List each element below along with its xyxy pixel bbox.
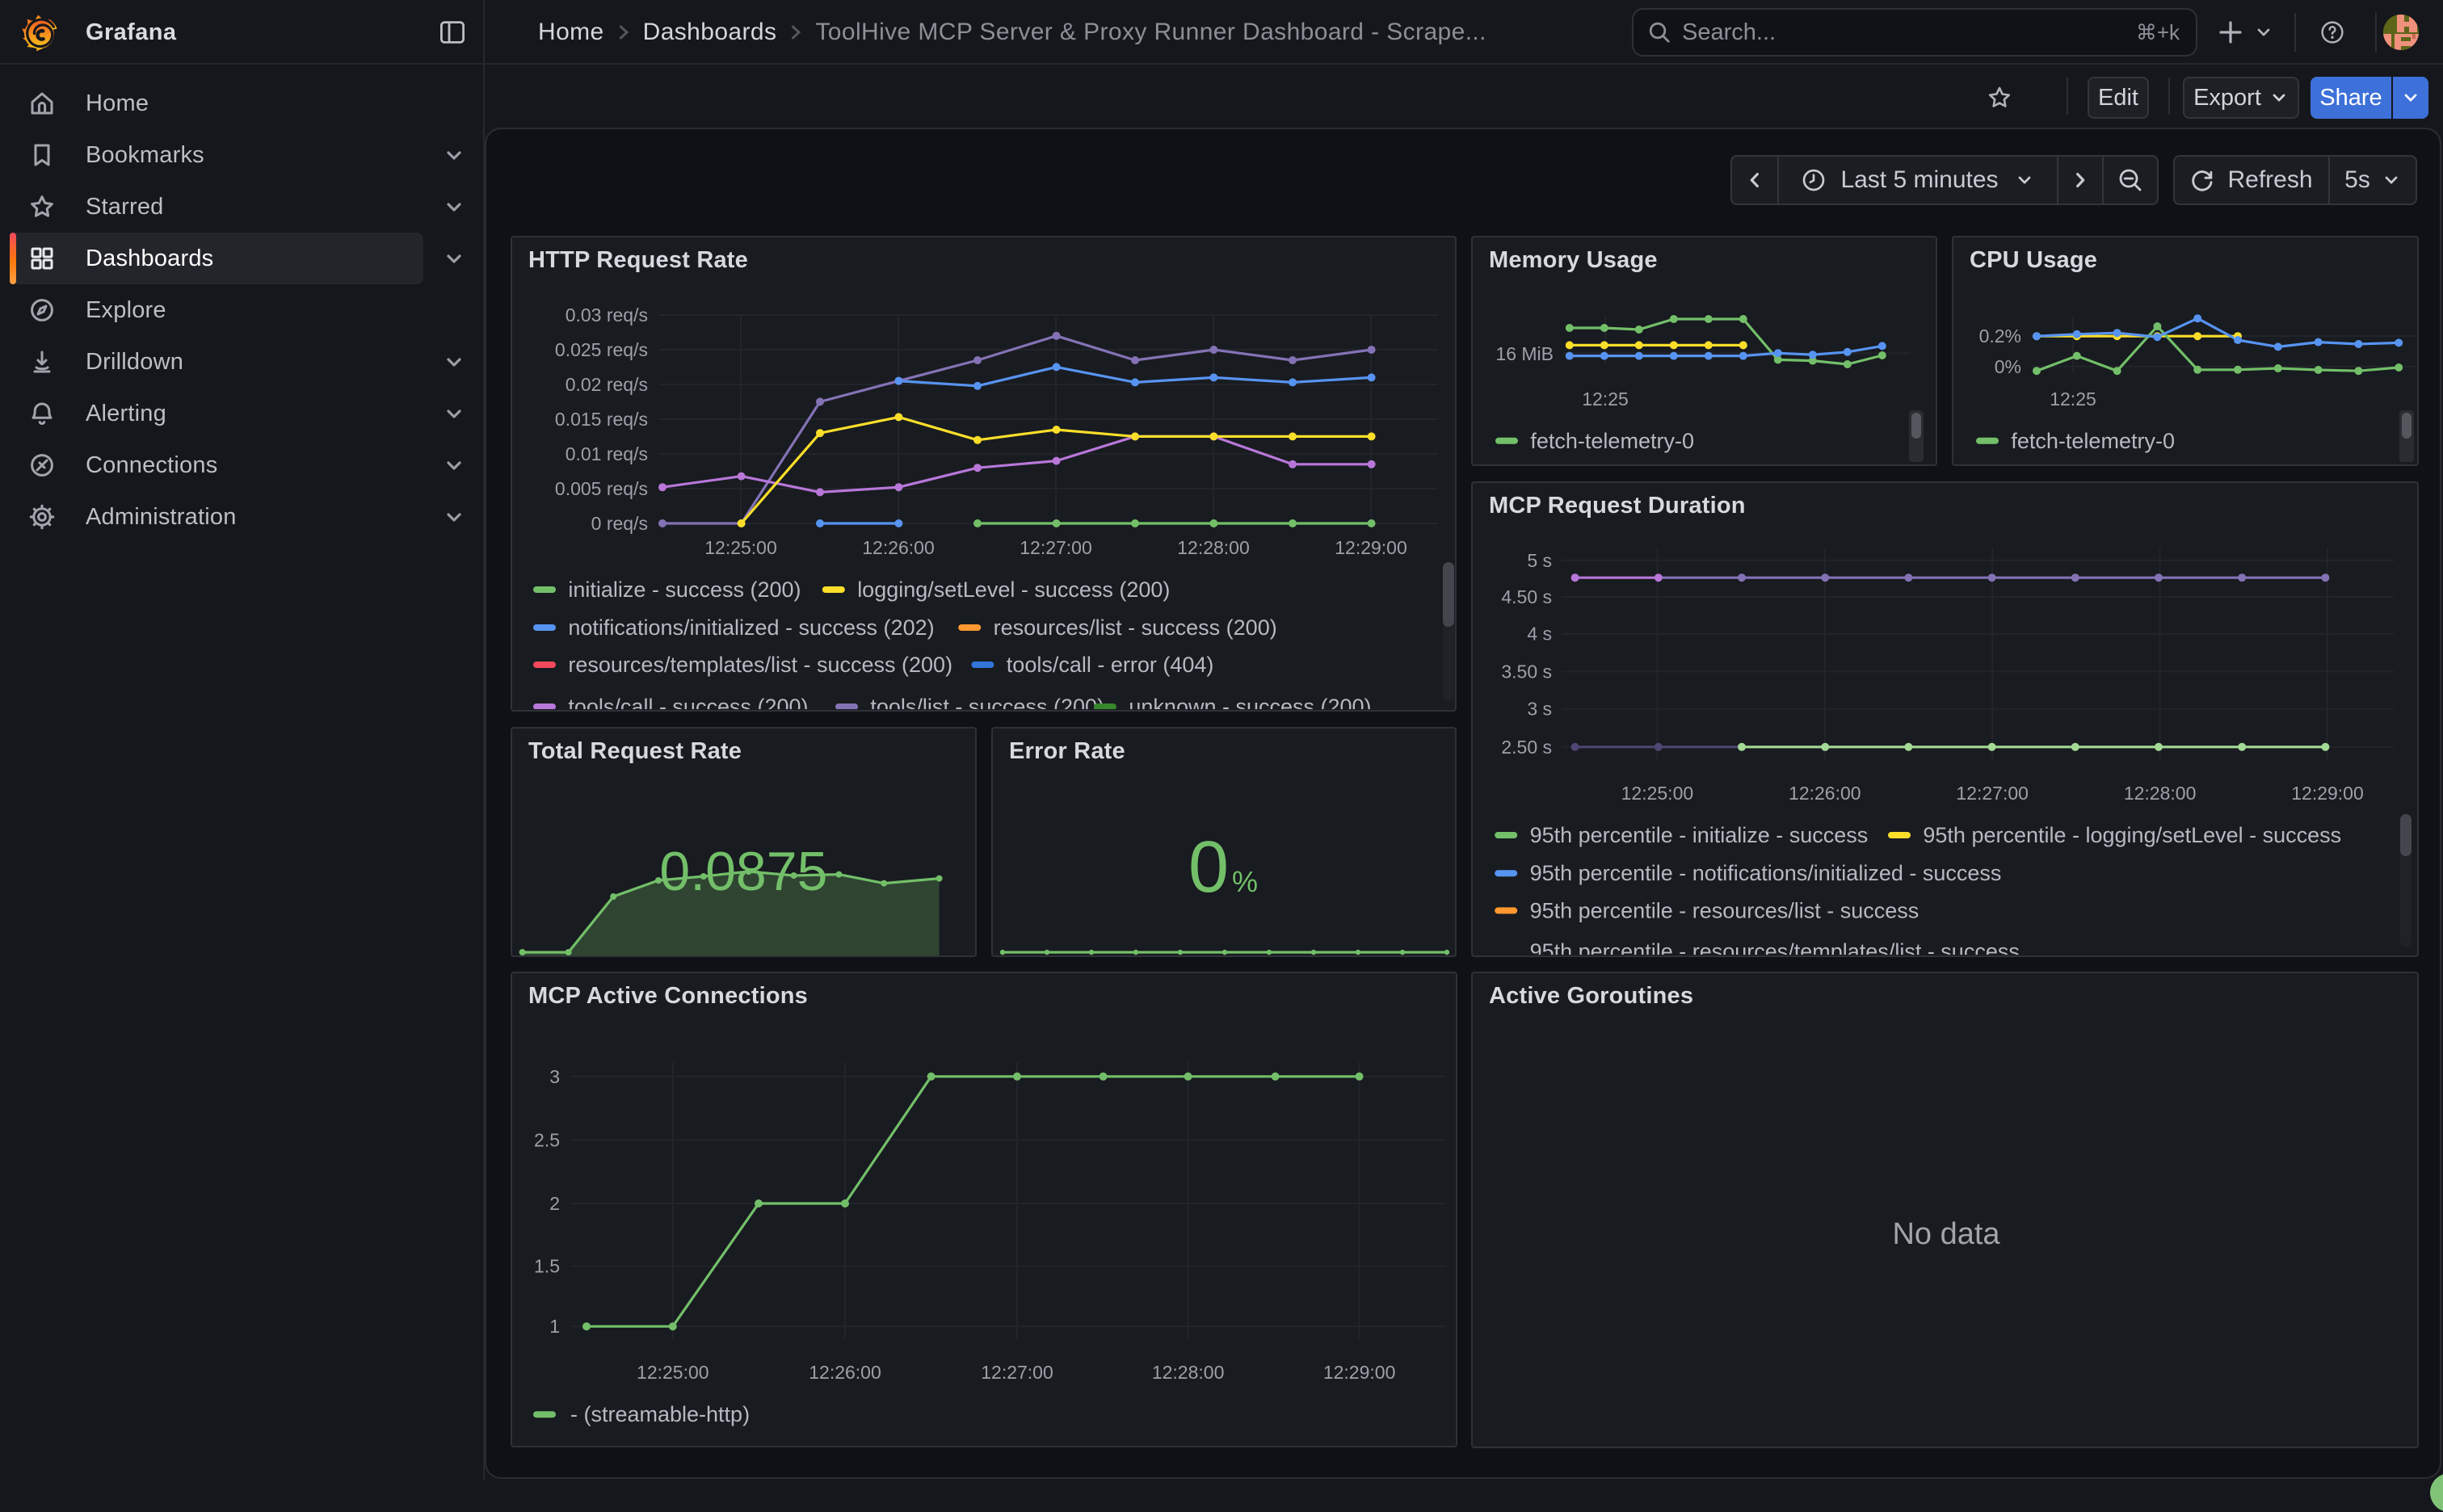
svg-text:fetch-telemetry-0: fetch-telemetry-0 [1530, 429, 1694, 453]
svg-text:1.5: 1.5 [534, 1256, 560, 1277]
svg-text:16 MiB: 16 MiB [1495, 343, 1554, 364]
svg-text:12:28:00: 12:28:00 [2124, 783, 2197, 804]
svg-text:0.01 req/s: 0.01 req/s [566, 443, 648, 464]
svg-text:2.5: 2.5 [534, 1129, 560, 1150]
svg-text:2: 2 [549, 1193, 560, 1214]
svg-text:95th percentile - notification: 95th percentile - notifications/initiali… [1530, 861, 2002, 885]
svg-text:12:26:00: 12:26:00 [809, 1362, 881, 1383]
svg-text:4 s: 4 s [1527, 624, 1552, 645]
svg-text:12:25:00: 12:25:00 [1621, 783, 1694, 804]
svg-text:12:29:00: 12:29:00 [2291, 783, 2364, 804]
svg-text:0%: 0% [1995, 356, 2021, 377]
svg-text:2.50 s: 2.50 s [1501, 737, 1552, 758]
svg-text:95th percentile - initialize -: 95th percentile - initialize - success [1530, 823, 1869, 847]
svg-text:12:25: 12:25 [1582, 388, 1629, 410]
svg-text:0.0875: 0.0875 [659, 841, 827, 902]
svg-text:12:25: 12:25 [2050, 388, 2096, 410]
svg-text:- (streamable-http): - (streamable-http) [570, 1402, 750, 1426]
svg-text:initialize - success (200): initialize - success (200) [568, 578, 801, 602]
svg-text:resources/list - success (200): resources/list - success (200) [994, 615, 1277, 640]
svg-text:3: 3 [549, 1066, 560, 1087]
svg-text:3.50 s: 3.50 s [1501, 661, 1552, 682]
svg-text:12:27:00: 12:27:00 [981, 1362, 1053, 1383]
svg-text:12:26:00: 12:26:00 [862, 537, 935, 558]
svg-text:95th percentile - logging/setL: 95th percentile - logging/setLevel - suc… [1923, 823, 2341, 847]
svg-text:12:29:00: 12:29:00 [1335, 537, 1407, 558]
svg-text:12:27:00: 12:27:00 [1020, 537, 1092, 558]
svg-text:3 s: 3 s [1527, 699, 1552, 720]
svg-text:4.50 s: 4.50 s [1501, 586, 1552, 607]
svg-text:unknown - success (200): unknown - success (200) [1129, 695, 1371, 709]
svg-text:0.03 req/s: 0.03 req/s [566, 304, 648, 326]
svg-text:fetch-telemetry-0: fetch-telemetry-0 [2011, 429, 2175, 453]
svg-text:0.025 req/s: 0.025 req/s [555, 339, 648, 360]
svg-text:1: 1 [549, 1316, 560, 1337]
svg-text:12:27:00: 12:27:00 [1956, 783, 2029, 804]
svg-text:0.2%: 0.2% [1979, 326, 2021, 346]
svg-text:%: % [1232, 865, 1258, 898]
svg-text:logging/setLevel - success (20: logging/setLevel - success (200) [857, 578, 1170, 602]
svg-text:0 req/s: 0 req/s [591, 513, 648, 534]
svg-text:tools/call - error (404): tools/call - error (404) [1007, 653, 1214, 677]
svg-text:95th percentile - resources/li: 95th percentile - resources/list - succe… [1530, 898, 1920, 922]
svg-text:0.015 req/s: 0.015 req/s [555, 409, 648, 430]
svg-text:0.005 req/s: 0.005 req/s [555, 478, 648, 499]
svg-text:12:25:00: 12:25:00 [637, 1362, 709, 1383]
svg-text:resources/templates/list - suc: resources/templates/list - success (200) [568, 653, 952, 677]
svg-text:5 s: 5 s [1527, 550, 1552, 571]
svg-text:95th percentile - resources/te: 95th percentile - resources/templates/li… [1530, 939, 2020, 955]
svg-text:12:28:00: 12:28:00 [1152, 1362, 1225, 1383]
svg-text:0: 0 [1188, 827, 1229, 908]
svg-text:12:26:00: 12:26:00 [1789, 783, 1861, 804]
svg-text:12:28:00: 12:28:00 [1177, 537, 1250, 558]
svg-text:tools/call - success (200): tools/call - success (200) [568, 695, 808, 709]
svg-text:12:29:00: 12:29:00 [1323, 1362, 1396, 1383]
svg-text:notifications/initialized - su: notifications/initialized - success (202… [568, 615, 934, 640]
svg-text:12:25:00: 12:25:00 [704, 537, 777, 558]
svg-text:tools/list - success (200): tools/list - success (200) [870, 695, 1104, 709]
svg-text:0.02 req/s: 0.02 req/s [566, 374, 648, 395]
